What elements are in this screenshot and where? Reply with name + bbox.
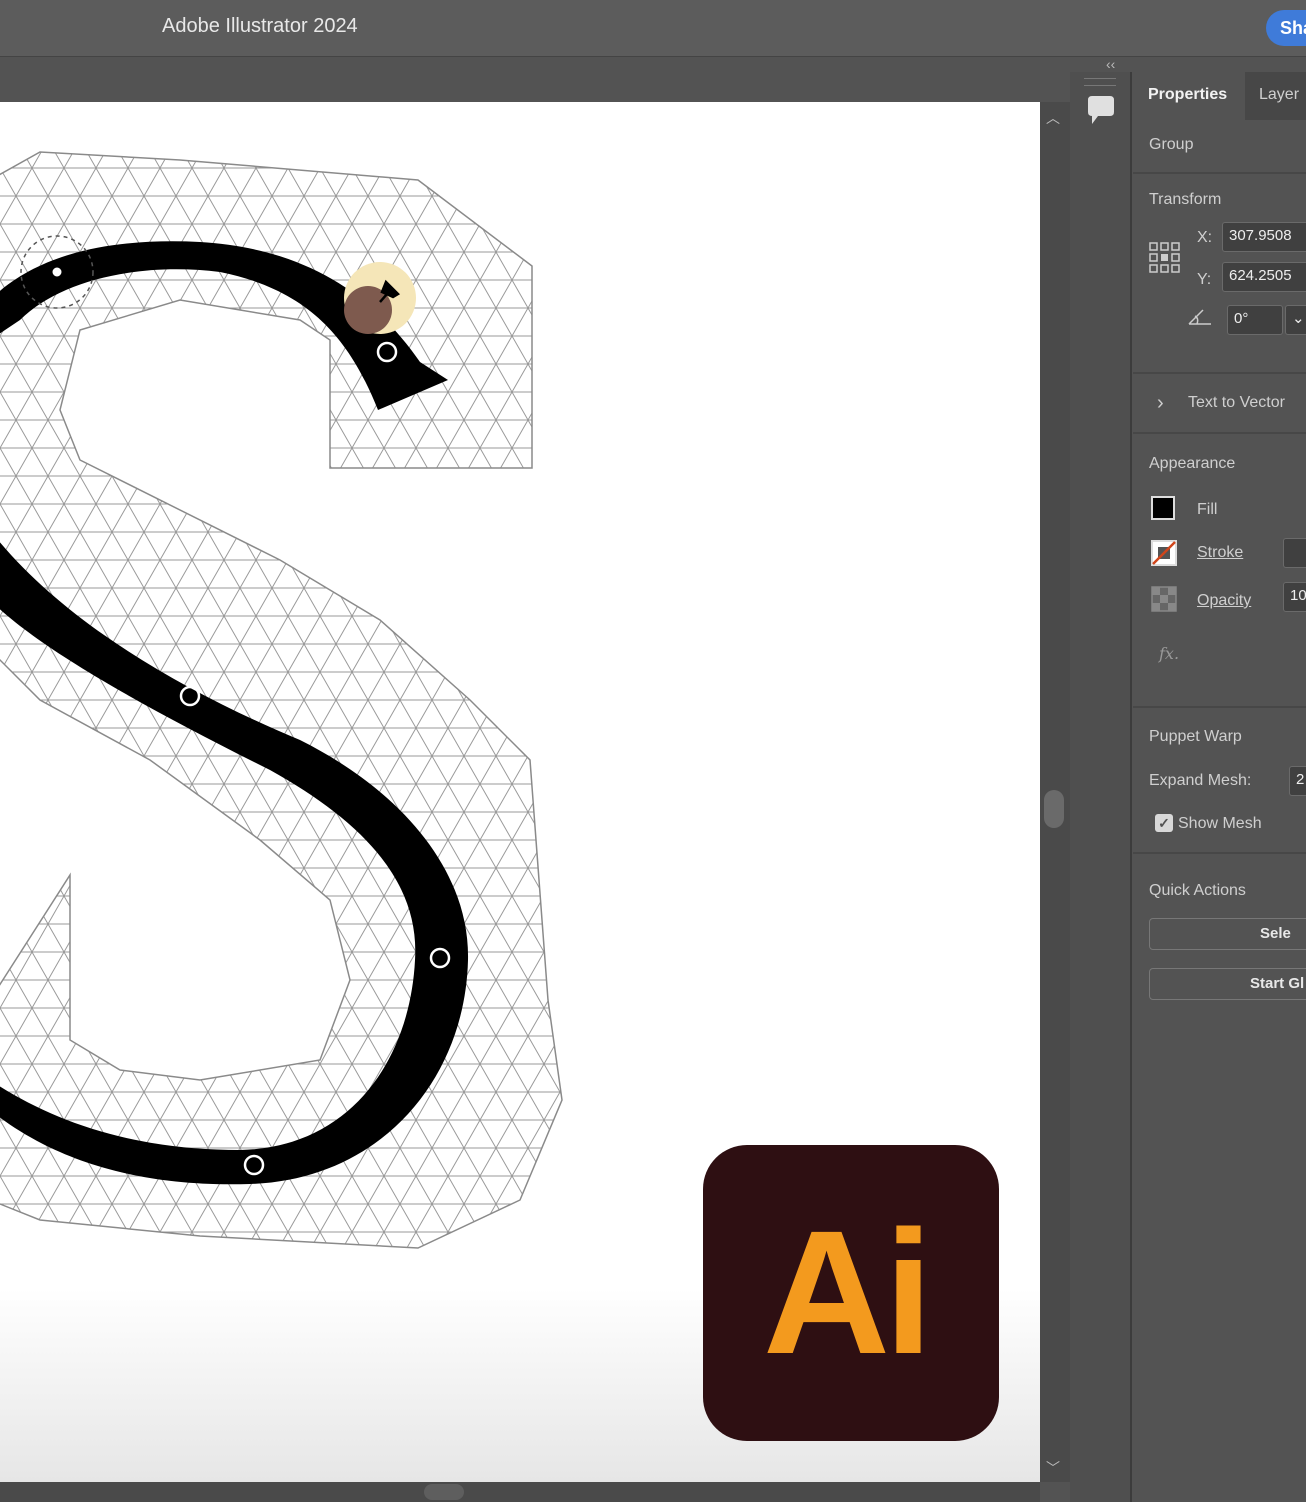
y-label: Y:	[1197, 271, 1212, 288]
pin-point	[49, 264, 65, 280]
tab-bar-strip	[0, 57, 1070, 102]
show-mesh-checkbox[interactable]: ✓	[1155, 814, 1173, 832]
divider	[1133, 372, 1306, 374]
fx-icon[interactable]: fx.	[1159, 644, 1179, 663]
fill-swatch[interactable]	[1151, 496, 1175, 520]
mesh-outline	[0, 151, 563, 1249]
quick-action-start-button[interactable]: Start Gl	[1149, 968, 1306, 1000]
title-bar: Adobe Illustrator 2024 Sha	[0, 0, 1306, 57]
text-to-vector-section[interactable]: Text to Vector	[1188, 394, 1285, 412]
puppet-warp-title: Puppet Warp	[1149, 728, 1242, 745]
stroke-weight-stepper[interactable]	[1283, 538, 1306, 568]
expand-mesh-field[interactable]: 2	[1289, 766, 1306, 796]
x-position-field[interactable]: 307.9508	[1222, 222, 1306, 252]
vertical-scroll-thumb[interactable]	[1044, 790, 1064, 828]
stroke-label[interactable]: Stroke	[1197, 544, 1243, 562]
tab-properties[interactable]: Properties	[1133, 72, 1245, 120]
transform-title: Transform	[1149, 191, 1222, 208]
app-title: Adobe Illustrator 2024	[162, 15, 358, 37]
opacity-label[interactable]: Opacity	[1197, 592, 1251, 610]
share-button[interactable]: Sha	[1266, 10, 1306, 46]
rotate-angle-field[interactable]: 0°	[1227, 305, 1283, 335]
appearance-title: Appearance	[1149, 455, 1236, 472]
stroke-swatch[interactable]	[1151, 540, 1177, 566]
tab-layers[interactable]: Layer	[1245, 72, 1306, 120]
opacity-field[interactable]: 10	[1283, 582, 1306, 612]
expand-mesh-label: Expand Mesh:	[1149, 772, 1252, 789]
chevron-down-icon: ⌄	[1292, 310, 1305, 327]
quick-actions-title: Quick Actions	[1149, 882, 1246, 899]
x-label: X:	[1197, 229, 1213, 246]
reference-point-icon[interactable]	[1149, 242, 1181, 274]
panel-icon-strip	[1070, 72, 1132, 1502]
y-position-field[interactable]: 624.2505	[1222, 262, 1306, 292]
fill-label: Fill	[1197, 501, 1218, 518]
divider	[1133, 706, 1306, 708]
divider	[1133, 432, 1306, 434]
scroll-up-arrow-icon[interactable]: ︿	[1046, 108, 1060, 128]
divider	[1133, 852, 1306, 854]
horizontal-scroll-thumb[interactable]	[424, 1484, 464, 1500]
divider	[1133, 172, 1306, 174]
grip-icon[interactable]	[1084, 78, 1116, 86]
illustrator-logo-text: Ai	[763, 1195, 933, 1391]
collapse-panels-icon[interactable]: ‹‹	[1106, 56, 1115, 72]
rotate-angle-icon	[1188, 309, 1211, 325]
chevron-right-icon[interactable]: ›	[1157, 392, 1164, 415]
scroll-down-arrow-icon[interactable]: ﹀	[1046, 1458, 1060, 1478]
quick-action-select-button[interactable]: Sele	[1149, 918, 1306, 950]
opacity-icon[interactable]	[1151, 586, 1177, 612]
properties-panel: Properties Layer Group Transform X: 307.…	[1133, 72, 1306, 1502]
comments-icon[interactable]	[1086, 96, 1116, 126]
horizontal-scrollbar[interactable]	[0, 1482, 1040, 1502]
show-mesh-label: Show Mesh	[1178, 815, 1262, 832]
selection-type: Group	[1149, 136, 1194, 153]
rotate-angle-dropdown[interactable]: ⌄	[1285, 305, 1306, 335]
